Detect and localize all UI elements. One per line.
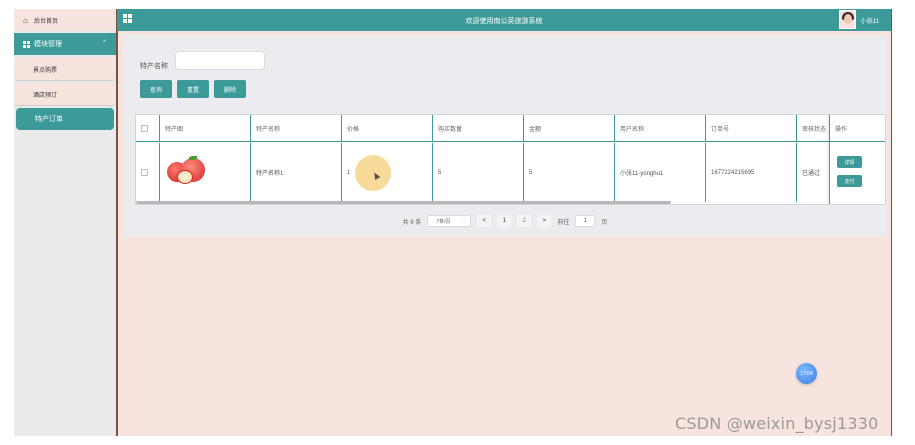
- reset-button[interactable]: 重置: [177, 80, 209, 98]
- column-header: 用户名称: [615, 115, 706, 141]
- table-header: 特产图 特产名称 价格 购买数量 金额 用户名称 订单号 审核状态: [136, 115, 837, 142]
- column-header: 购买数量: [433, 115, 524, 141]
- page-button-2[interactable]: 2: [517, 215, 532, 227]
- watermark: CSDN @weixin_bysj1330: [675, 414, 879, 433]
- column-header: 特产图: [160, 115, 251, 141]
- chevron-up-icon: ^: [103, 40, 106, 46]
- prev-page-button[interactable]: <: [477, 215, 492, 227]
- chevron-down-icon: ⌄: [462, 218, 467, 224]
- column-header: 金额: [524, 115, 615, 141]
- orders-table: 特产图 特产名称 价格 购买数量 金额 用户名称 订单号 审核状态 特产名称1 …: [135, 114, 886, 205]
- page-title: 欢迎使用南公英旅游系统: [465, 18, 543, 25]
- sidebar-group-modules[interactable]: 模块管理 ^: [14, 33, 116, 55]
- pay-button[interactable]: 支付: [837, 175, 862, 187]
- table-row[interactable]: 特产名称1 1 5 5 小张11-yonghu1 1677224215695 已…: [136, 143, 837, 202]
- username[interactable]: 小张11: [861, 16, 879, 25]
- pagination: 共 9 条 7条/页 ⌄ < 1 2 > 前往 1 页: [123, 215, 887, 227]
- app-window: ⌂ 后台首页 模块管理 ^ 景点购票 酒店预订 特产订单 欢迎使用南公英旅游系统…: [0, 0, 915, 445]
- avatar[interactable]: [839, 10, 856, 29]
- floating-clock[interactable]: 17:04: [796, 363, 817, 384]
- sidebar-item-label: 后台首页: [34, 18, 59, 25]
- sidebar-item-label: 景点购票: [33, 67, 58, 74]
- column-header: 订单号: [706, 115, 797, 141]
- total-count: 共 9 条: [402, 219, 422, 226]
- product-image-cell: [160, 143, 251, 202]
- horizontal-scrollbar[interactable]: [136, 201, 671, 204]
- row-select-cell: [136, 143, 160, 202]
- product-name-cell: 特产名称1: [251, 143, 342, 202]
- search-input[interactable]: [175, 51, 265, 70]
- column-header: 价格: [342, 115, 433, 141]
- content-panel: 特产名称 查询 重置 删除 特产图 特产名称 价格 购买数量 金额 用户名称 订…: [123, 35, 887, 237]
- order-number-cell: 1677224215695: [706, 143, 797, 202]
- home-icon: ⌂: [23, 15, 28, 25]
- sidebar-item-label: 特产订单: [35, 116, 63, 123]
- page-button-1[interactable]: 1: [497, 215, 512, 227]
- column-header: 操作: [830, 115, 885, 142]
- select-all-checkbox[interactable]: [141, 124, 148, 132]
- query-button[interactable]: 查询: [140, 80, 172, 98]
- detail-button[interactable]: 详情: [837, 156, 862, 168]
- product-image: [165, 155, 209, 188]
- user-cell: 小张11-yonghu1: [615, 143, 706, 202]
- sidebar-item-ticket[interactable]: 景点购票: [15, 58, 114, 80]
- column-header: 特产名称: [251, 115, 342, 141]
- next-page-button[interactable]: >: [537, 215, 552, 227]
- operations-column: 操作 详情 支付: [829, 115, 885, 204]
- row-checkbox[interactable]: [141, 169, 148, 176]
- select-all-cell: [136, 115, 160, 141]
- sidebar-group-label: 模块管理: [34, 41, 62, 48]
- grid-icon: [23, 40, 30, 48]
- divider: [891, 9, 892, 436]
- sidebar-item-label: 酒店预订: [33, 92, 58, 99]
- top-bar: 欢迎使用南公英旅游系统 小张11: [117, 9, 891, 31]
- goto-page-input[interactable]: 1: [575, 215, 596, 227]
- goto-suffix: 页: [601, 219, 608, 226]
- amount-cell: 5: [524, 143, 615, 202]
- sidebar-item-specialty-orders[interactable]: 特产订单: [16, 108, 114, 130]
- quantity-cell: 5: [433, 143, 524, 202]
- sidebar-item-hotel[interactable]: 酒店预订: [15, 83, 114, 105]
- delete-button[interactable]: 删除: [214, 80, 246, 98]
- search-label: 特产名称: [140, 63, 168, 70]
- goto-label: 前往: [557, 219, 570, 226]
- page-size-select[interactable]: 7条/页 ⌄: [427, 215, 472, 227]
- page-size-value: 7条/页: [436, 218, 451, 225]
- sidebar-item-home[interactable]: ⌂ 后台首页: [14, 9, 116, 31]
- sidebar: ⌂ 后台首页 模块管理 ^ 景点购票 酒店预订 特产订单: [14, 9, 117, 436]
- main-content: 特产名称 查询 重置 删除 特产图 特产名称 价格 购买数量 金额 用户名称 订…: [117, 31, 891, 436]
